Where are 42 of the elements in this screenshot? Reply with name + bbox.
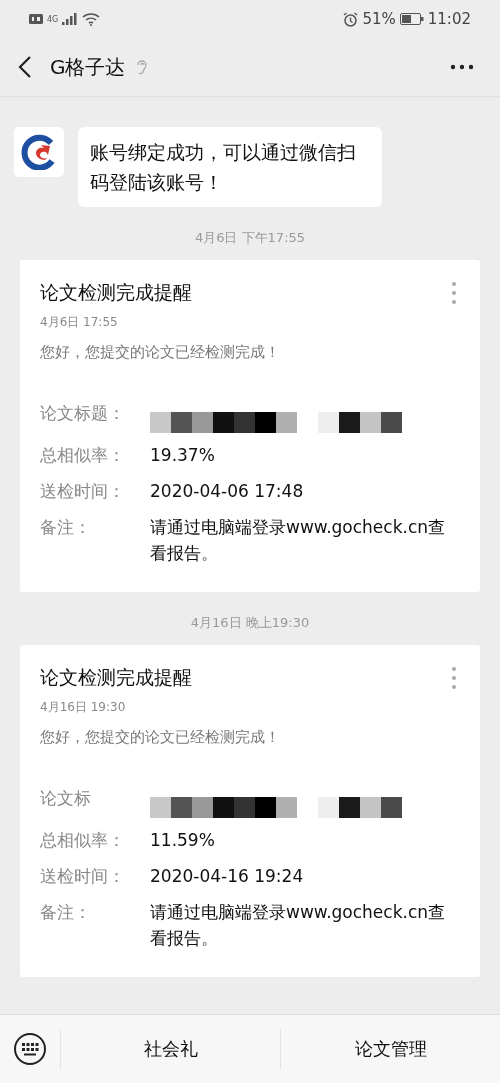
chat-title: G格子达 xyxy=(50,53,126,81)
card-intro: 您好，您提交的论文已经检测完成！ xyxy=(40,343,281,362)
field-label: 论文标 xyxy=(40,787,92,810)
card-title: 论文检测完成提醒 xyxy=(40,280,192,305)
field-value: 11.59% xyxy=(150,829,215,852)
timestamp: 4月6日 下午17:55 xyxy=(194,229,306,247)
notification-card[interactable]: 论文检测完成提醒 4月6日 17:55 您好，您提交的论文已经检测完成！ 论文标题： 总相似率： 19.37% 送检时间： 2020-04-06 17:48 备注： 请通过电脑端登录www.gocheck.cn查看报告。 xyxy=(20,260,480,592)
card-date: 4月6日 17:55 xyxy=(40,314,119,331)
wifi-icon xyxy=(82,12,101,26)
notification-card[interactable]: 论文检测完成提醒 4月16日 19:30 您好，您提交的论文已经检测完成！ 论文标 总相似率： 11.59% 送检时间： 2020-04-16 19:24 备注： 请通过电脑端登录www.gocheck.cn查看报告。 xyxy=(20,645,480,977)
field-label: 总相似率： xyxy=(40,444,126,467)
back-icon[interactable] xyxy=(18,55,32,79)
clock-time: 11:02 xyxy=(427,10,471,28)
field-label: 送检时间： xyxy=(40,480,126,503)
card-title: 论文检测完成提醒 xyxy=(40,665,192,690)
keyboard-icon[interactable] xyxy=(13,1032,47,1066)
ear-icon xyxy=(135,58,148,76)
menu-item[interactable]: 社会礼 xyxy=(135,1033,206,1065)
hd-icon xyxy=(29,14,43,24)
battery-percent: 51% xyxy=(362,10,396,28)
field-value: 请通过电脑端登录www.gocheck.cn查看报告。 xyxy=(150,516,446,565)
logo-icon xyxy=(21,134,57,170)
timestamp: 4月16日 晚上19:30 xyxy=(190,614,310,632)
field-label: 备注： xyxy=(40,901,92,924)
card-date: 4月16日 19:30 xyxy=(40,699,127,716)
avatar[interactable] xyxy=(14,127,64,177)
message-bubble: 账号绑定成功，可以通过微信扫码登陆该账号！ xyxy=(78,127,382,207)
more-icon[interactable] xyxy=(450,64,474,70)
card-intro: 您好，您提交的论文已经检测完成！ xyxy=(40,728,281,747)
field-label: 总相似率： xyxy=(40,829,126,852)
field-value: 19.37% xyxy=(150,444,215,467)
field-value: 2020-04-16 19:24 xyxy=(150,865,304,888)
network-label: 4G xyxy=(47,14,59,24)
menu-item[interactable]: 论文管理 xyxy=(346,1033,435,1065)
field-label: 送检时间： xyxy=(40,865,126,888)
field-value: 请通过电脑端登录www.gocheck.cn查看报告。 xyxy=(150,901,446,950)
field-label: 备注： xyxy=(40,516,92,539)
field-value: 2020-04-06 17:48 xyxy=(150,480,304,503)
battery-icon xyxy=(399,13,424,25)
field-label: 论文标题： xyxy=(40,402,126,425)
signal-icon xyxy=(62,13,79,25)
alarm-icon xyxy=(343,11,359,27)
